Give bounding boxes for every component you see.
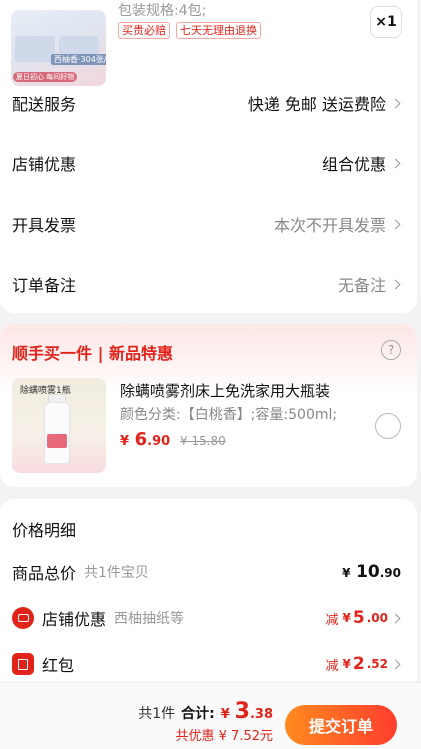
order-total: 共1件 合计: ¥ 3.38 xyxy=(138,699,273,724)
amount-dec: .52 xyxy=(366,657,388,671)
chevron-right-icon xyxy=(390,158,401,168)
total-saving: 共优惠 ¥ 7.52元 xyxy=(175,729,273,744)
tag-price-guarantee: 买贵必赔 xyxy=(118,22,170,39)
shop-discount-amount: 减 ¥ 5.00 xyxy=(326,608,401,628)
currency: ¥ xyxy=(342,566,351,580)
promo-item-name[interactable]: 除螨喷雾剂床上免洗家用大瓶装 xyxy=(120,380,330,401)
shop-discount-detail-row[interactable]: 店铺优惠 西柚抽纸等 减 ¥ 5.00 xyxy=(12,605,401,631)
row-label: 店铺优惠 xyxy=(42,610,107,629)
sum-amount: ¥ 3.38 xyxy=(221,699,273,724)
currency: ¥ xyxy=(220,707,230,722)
currency: ¥ xyxy=(342,611,351,625)
row-sub: 共1件宝贝 xyxy=(84,565,149,581)
red-packet-row[interactable]: 红包 减 ¥ 2.52 xyxy=(12,651,401,677)
chevron-right-icon xyxy=(390,219,401,229)
row-label: 配送服务 xyxy=(12,95,77,114)
tag-seven-day-return: 七天无理由退换 xyxy=(176,22,261,39)
amount-int: 3 xyxy=(234,699,250,724)
add-on-promo-card: 顺手买一件 | 新品特惠 ? 除螨喷雾1瓶 除螨喷雾剂床上免洗家用大瓶装 颜色分… xyxy=(0,324,417,487)
quantity-box[interactable]: ×1 xyxy=(370,6,402,38)
invoice-row[interactable]: 开具发票 本次不开具发票 xyxy=(12,212,401,236)
row-label: 开具发票 xyxy=(12,216,77,235)
red-packet-amount: 减 ¥ 2.52 xyxy=(326,654,401,674)
promo-title: 顺手买一件 | 新品特惠 xyxy=(12,344,173,363)
promo-item-old-price: ¥ 15.80 xyxy=(180,434,226,448)
amount-int: 2 xyxy=(352,654,365,674)
delivery-service-row[interactable]: 配送服务 快递 免邮 送运费险 xyxy=(12,91,401,115)
currency: ¥ xyxy=(120,434,130,449)
shop-discount-row[interactable]: 店铺优惠 组合优惠 xyxy=(12,151,401,175)
promo-item-price: ¥ 6.90 xyxy=(120,429,170,450)
amount-dec: .90 xyxy=(379,566,401,580)
goods-total-row: 商品总价 共1件宝贝 ¥ 10.90 xyxy=(12,559,401,585)
row-value: 快递 免邮 送运费险 xyxy=(247,95,386,114)
thumb-label: 西柚香·304张/包 xyxy=(51,54,106,65)
order-note-row[interactable]: 订单备注 无备注 xyxy=(12,272,401,296)
row-label: 店铺优惠 xyxy=(12,155,77,174)
chevron-right-icon xyxy=(390,659,401,669)
checkout-bar: 共1件 合计: ¥ 3.38 共优惠 ¥ 7.52元 提交订单 xyxy=(0,682,421,749)
price-int: 6 xyxy=(134,429,148,450)
shop-icon xyxy=(12,607,34,629)
price-detail-title: 价格明细 xyxy=(12,521,77,540)
minus-label: 减 xyxy=(325,612,339,628)
item-count: 共1件 xyxy=(138,706,176,722)
bottle-label xyxy=(47,434,67,448)
chevron-right-icon xyxy=(390,279,401,289)
submit-order-button[interactable]: 提交订单 xyxy=(285,705,397,745)
product-spec: 包装规格:4包; xyxy=(118,3,207,19)
amount-int: 5 xyxy=(352,608,365,628)
row-value: 本次不开具发票 xyxy=(273,216,386,235)
spray-bottle xyxy=(44,402,70,464)
thumb-sub: 夏日初心 每间好物 xyxy=(13,72,78,82)
price-dec: .90 xyxy=(147,434,171,449)
amount-dec: .38 xyxy=(249,707,273,722)
amount-dec: .00 xyxy=(366,611,388,625)
goods-total-amount: ¥ 10.90 xyxy=(342,562,401,582)
red-packet-icon xyxy=(12,653,34,675)
row-value: 无备注 xyxy=(337,276,386,295)
row-sub: 西柚抽纸等 xyxy=(114,611,185,627)
amount-int: 10 xyxy=(356,562,380,582)
chevron-right-icon xyxy=(390,98,401,108)
minus-label: 减 xyxy=(325,658,339,674)
row-label: 商品总价 xyxy=(12,564,77,583)
product-card: 西柚香·304张/包 夏日初心 每间好物 包装规格:4包; 买贵必赔 七天无理由… xyxy=(0,0,417,313)
currency: ¥ xyxy=(342,657,351,671)
sum-label: 合计: xyxy=(181,706,215,722)
help-icon[interactable]: ? xyxy=(381,340,401,360)
promo-item-desc: 颜色分类:【白桃香】;容量:500ml; xyxy=(120,407,338,423)
row-value: 组合优惠 xyxy=(321,155,386,174)
row-label: 订单备注 xyxy=(12,276,77,295)
row-label: 红包 xyxy=(42,656,75,675)
promo-select-radio[interactable] xyxy=(375,413,401,439)
tissue-pack-1 xyxy=(15,36,55,62)
chevron-right-icon xyxy=(390,613,401,623)
promo-item-thumbnail[interactable]: 除螨喷雾1瓶 xyxy=(12,378,106,473)
product-thumbnail[interactable]: 西柚香·304张/包 夏日初心 每间好物 xyxy=(11,10,106,86)
